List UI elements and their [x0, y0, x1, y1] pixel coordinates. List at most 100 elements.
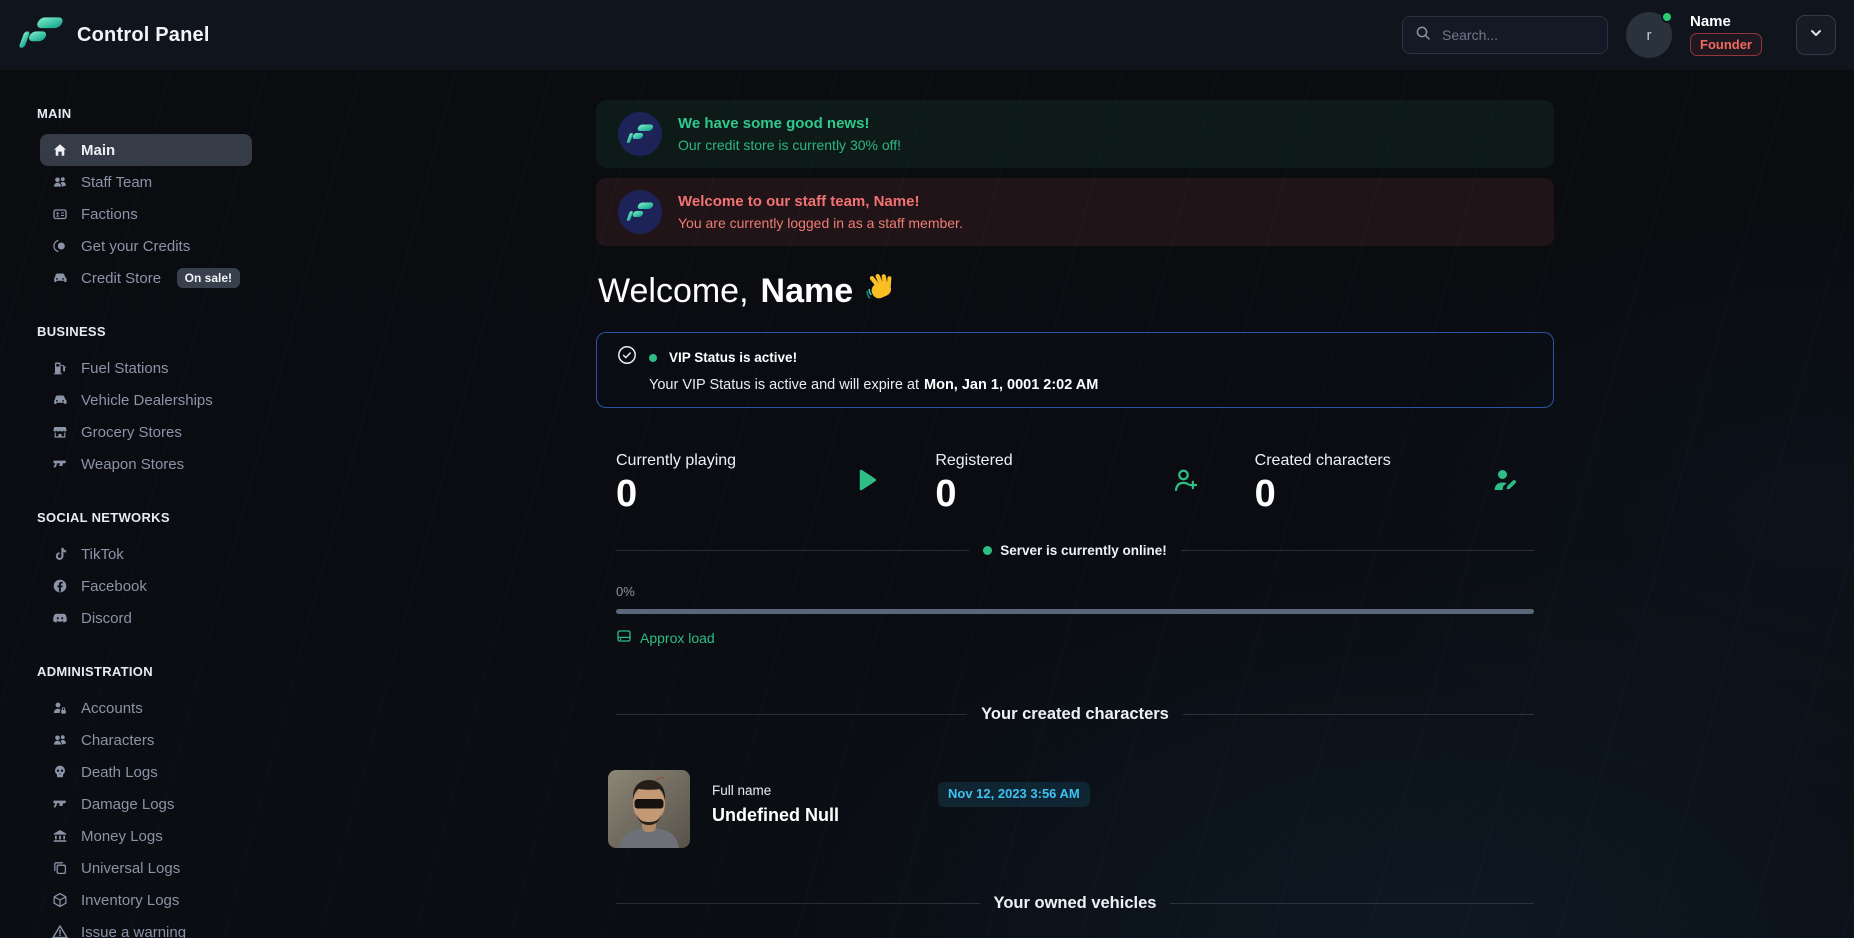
user-avatar[interactable]: r	[1626, 11, 1673, 58]
sidebar-item-grocery-stores[interactable]: Grocery Stores	[40, 416, 252, 448]
top-header: Control Panel r Name Founder	[0, 0, 1854, 70]
sidebar-item-accounts[interactable]: Accounts	[40, 692, 252, 724]
role-badge: Founder	[1690, 32, 1762, 57]
sidebar-item-tiktok[interactable]: TikTok	[40, 538, 252, 570]
staff-alert: Welcome to our staff team, Name! You are…	[596, 178, 1554, 246]
users-icon	[52, 732, 68, 748]
sidebar-item-label: Get your Credits	[81, 237, 191, 255]
fuel-pump-icon	[52, 360, 68, 376]
sidebar-item-discord[interactable]: Discord	[40, 602, 252, 634]
sidebar-item-death-logs[interactable]: Death Logs	[40, 756, 252, 788]
sidebar-item-label: Fuel Stations	[81, 359, 169, 377]
sidebar-item-fuel-stations[interactable]: Fuel Stations	[40, 352, 252, 384]
server-drive-icon	[616, 628, 632, 647]
section-title: Your created characters	[981, 705, 1169, 723]
tiktok-icon	[52, 546, 68, 562]
sidebar-item-weapon-stores[interactable]: Weapon Stores	[40, 448, 252, 480]
sidebar-item-label: Weapon Stores	[81, 455, 185, 473]
check-circle-icon	[617, 345, 637, 370]
sidebar-section-title: SOCIAL NETWORKS	[37, 510, 170, 525]
header-right: r Name Founder	[1402, 11, 1836, 58]
stat-registered: Registered 0	[915, 452, 1234, 513]
alert-message: You are currently logged in as a staff m…	[678, 215, 963, 231]
sidebar-item-inventory-logs[interactable]: Inventory Logs	[40, 884, 252, 916]
server-status-text: Server is currently online!	[1000, 543, 1167, 558]
sidebar-item-characters[interactable]: Characters	[40, 724, 252, 756]
sidebar-item-facebook[interactable]: Facebook	[40, 570, 252, 602]
alert-title: We have some good news!	[678, 115, 870, 132]
vip-status-card: VIP Status is active! Your VIP Status is…	[596, 332, 1554, 408]
sidebar-item-factions[interactable]: Factions	[40, 198, 252, 230]
alert-title: Welcome to our staff team, Name!	[678, 193, 920, 210]
search-icon	[1415, 25, 1431, 46]
sidebar-item-label: Facebook	[81, 577, 147, 595]
divider-line	[1182, 714, 1534, 715]
character-avatar	[608, 770, 690, 848]
news-alert: We have some good news! Our credit store…	[596, 100, 1554, 168]
character-created-date-badge: Nov 12, 2023 3:56 AM	[938, 782, 1090, 807]
user-menu-button[interactable]	[1796, 15, 1836, 55]
sidebar-item-vehicle-dealerships[interactable]: Vehicle Dealerships	[40, 384, 252, 416]
sidebar-item-label: Universal Logs	[81, 859, 181, 877]
alert-message: Our credit store is currently 30% off!	[678, 137, 902, 153]
coin-icon	[52, 238, 68, 254]
home-icon	[52, 142, 68, 158]
sidebar-item-label: Staff Team	[81, 173, 153, 191]
character-full-name: Undefined Null	[712, 805, 839, 825]
sidebar-item-label: Grocery Stores	[81, 423, 182, 441]
vip-message-prefix: Your VIP Status is active and will expir…	[649, 377, 920, 393]
characters-section-header: Your created characters	[616, 705, 1534, 724]
gun-icon	[52, 456, 68, 472]
sidebar-item-label: TikTok	[81, 545, 124, 563]
app-logo-icon	[618, 112, 662, 156]
online-status-dot	[1661, 11, 1673, 23]
divider-line	[1170, 903, 1534, 904]
bank-icon	[52, 828, 68, 844]
sidebar-item-label: Characters	[81, 731, 155, 749]
sidebar-item-main[interactable]: Main	[40, 134, 252, 166]
welcome-prefix: Welcome,	[598, 272, 749, 310]
sidebar-item-label: Accounts	[81, 699, 143, 717]
sidebar-item-label: Main	[81, 141, 116, 159]
approx-load-text: Approx load	[640, 629, 715, 646]
search-input[interactable]	[1440, 26, 1595, 44]
divider-line	[1180, 550, 1534, 551]
server-status-divider: Server is currently online!	[616, 543, 1534, 558]
character-field-label: Full name	[712, 783, 772, 798]
sidebar-section-title: BUSINESS	[37, 324, 106, 339]
play-icon	[851, 465, 881, 500]
sidebar: MAIN Main Staff Team Factions Get your C…	[0, 70, 296, 938]
users-icon	[52, 174, 68, 190]
sidebar-item-damage-logs[interactable]: Damage Logs	[40, 788, 252, 820]
user-lock-icon	[52, 700, 68, 716]
sidebar-item-label: Discord	[81, 609, 132, 627]
sidebar-item-label: Vehicle Dealerships	[81, 391, 213, 409]
server-load-section: 0% Approx load	[616, 584, 1534, 647]
warning-icon	[52, 924, 68, 938]
sidebar-item-issue-a-warning[interactable]: Issue a warning	[40, 916, 252, 938]
vip-active-dot	[649, 353, 657, 362]
sidebar-section-title: ADMINISTRATION	[37, 664, 153, 679]
sidebar-item-money-logs[interactable]: Money Logs	[40, 820, 252, 852]
search-box	[1402, 16, 1608, 54]
on-sale-badge: On sale!	[176, 267, 240, 289]
copy-icon	[52, 860, 68, 876]
sidebar-item-label: Factions	[81, 205, 138, 223]
chevron-down-icon	[1808, 25, 1824, 46]
divider-line	[616, 903, 980, 904]
character-list-item[interactable]: Full name Undefined Null Nov 12, 2023 3:…	[608, 770, 1554, 848]
main-area: We have some good news! Our credit store…	[296, 70, 1854, 938]
discord-icon	[52, 610, 68, 626]
vip-message: Your VIP Status is active and will expir…	[649, 377, 1533, 393]
sidebar-item-credit-store[interactable]: Credit Store On sale!	[40, 262, 252, 294]
sidebar-item-universal-logs[interactable]: Universal Logs	[40, 852, 252, 884]
character-info: Full name Undefined Null	[712, 783, 938, 826]
sidebar-item-get-your-credits[interactable]: Get your Credits	[40, 230, 252, 262]
sidebar-item-label: Credit Store	[81, 269, 162, 287]
sidebar-item-staff-team[interactable]: Staff Team	[40, 166, 252, 198]
gun-icon	[52, 796, 68, 812]
sidebar-item-label: Damage Logs	[81, 795, 175, 813]
stat-created-characters: Created characters 0	[1235, 452, 1554, 513]
divider-line	[616, 550, 970, 551]
user-meta: Name Founder	[1690, 14, 1762, 57]
